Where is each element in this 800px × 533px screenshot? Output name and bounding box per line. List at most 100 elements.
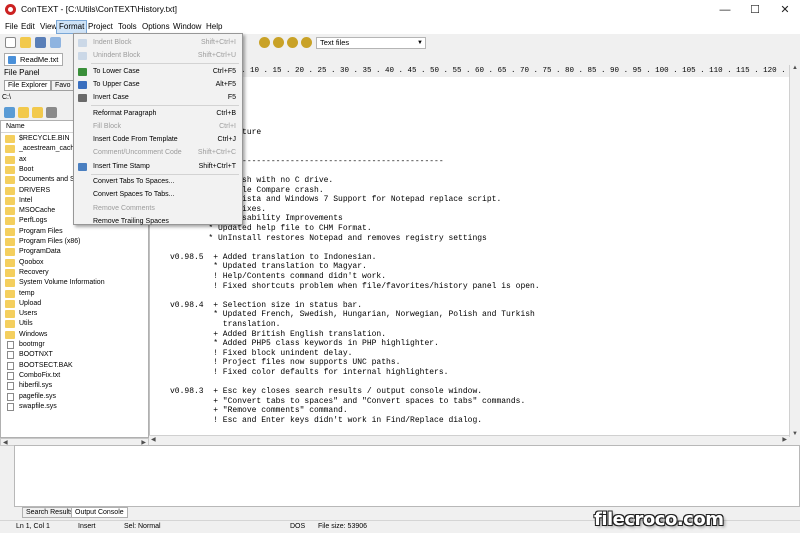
menu-edit[interactable]: Edit [19,20,37,34]
user-tool-4-icon[interactable] [301,37,312,48]
file-list-item[interactable]: Program Files [1,227,148,237]
file-list-item[interactable]: bootmgr [1,340,148,350]
editor-line: ! Help/Contents command didn't work. [170,272,387,281]
menu-item-label: Insert Code From Template [93,136,178,144]
menu-tools[interactable]: Tools [116,20,139,34]
text-editor[interactable]: NEW ~~~ fix d feature ged --------------… [149,77,789,435]
uppercase-icon [78,80,87,89]
scroll-up-icon[interactable]: ▲ [792,65,798,71]
file-name: bootmgr [19,341,45,348]
menu-item-insert-code-from-template[interactable]: Insert Code From Template Ctrl+J [74,133,242,146]
file-list-item[interactable]: BOOTNXT [1,350,148,360]
scroll-left-icon[interactable]: ◀ [3,439,8,446]
menu-item-label: To Lower Case [93,67,140,75]
menu-item-reformat-paragraph[interactable]: Reformat Paragraph Ctrl+B [74,107,242,120]
file-name: ax [19,155,27,163]
menu-item-convert-spaces-to-tabs[interactable]: Convert Spaces To Tabs... [74,188,242,201]
open-folder-icon[interactable] [20,37,31,48]
file-name: ProgramData [19,248,61,256]
browse-folder-icon[interactable] [32,107,43,118]
lowercase-icon [78,67,87,76]
editor-hscrollbar[interactable]: ◀ ▶ [149,435,789,444]
file-list-item[interactable]: Users [1,309,148,319]
file-list-item[interactable]: ComboFix.txt [1,371,148,381]
menu-help[interactable]: Help [204,20,224,34]
new-folder-icon[interactable] [18,107,29,118]
folder-icon [5,238,15,246]
output-console[interactable] [14,445,800,507]
file-list-item[interactable]: Recovery [1,268,148,278]
menu-file[interactable]: File [3,20,20,34]
scroll-down-icon[interactable]: ▼ [792,431,798,437]
tab-output-console[interactable]: Output Console [71,507,128,518]
file-list-item[interactable]: BOOTSECT.BAK [1,361,148,371]
tab-favorites[interactable]: Favo [51,80,75,91]
menu-item-label: Remove Trailing Spaces [93,217,169,225]
menu-item-label: Insert Time Stamp [93,162,150,170]
file-list-item[interactable]: pagefile.sys [1,392,148,402]
menu-project[interactable]: Project [86,20,115,34]
folder-icon [5,310,15,319]
menu-item-shortcut: Shift+Ctrl+U [197,52,236,60]
syntax-highlighter-select[interactable]: Text files ▼ [316,37,426,49]
file-name: _acestream_cache [19,145,79,153]
file-list-item[interactable]: Program Files (x86) [1,237,148,247]
menu-item-shortcut: Ctrl+B [216,109,236,117]
menu-item-indent-block: Indent Block Shift+Ctrl+I [74,36,242,49]
save-icon[interactable] [35,37,46,48]
menu-item-insert-time-stamp[interactable]: Insert Time Stamp Shift+Ctrl+T [74,160,242,173]
file-list-item[interactable]: Upload [1,299,148,309]
editor-line: * UnInstall restores Notepad and removes… [170,233,487,243]
menu-options[interactable]: Options [140,20,172,34]
view-mode-icon[interactable] [46,107,57,118]
minimize-button[interactable]: — [710,0,740,20]
new-file-icon[interactable] [5,37,16,48]
menu-item-label: To Upper Case [93,80,140,88]
up-folder-icon[interactable] [4,107,15,118]
maximize-button[interactable]: ☐ [740,0,770,20]
file-icon [7,382,14,391]
folder-icon [5,258,15,267]
editor-line: ! Fixed color defaults for internal high… [170,368,449,377]
editor-line: + Added British English translation. [170,329,387,339]
save-all-icon[interactable] [50,37,61,48]
menu-window[interactable]: Window [171,20,203,34]
user-tool-3-icon[interactable] [287,37,298,48]
scroll-right-icon[interactable]: ▶ [782,436,787,443]
file-list-item[interactable]: Windows [1,330,148,340]
menu-item-invert-case[interactable]: Invert Case F5 [74,91,242,104]
menu-item-label: Invert Case [93,94,129,102]
file-list-item[interactable]: hiberfil.sys [1,381,148,391]
file-list-item[interactable]: ProgramData [1,247,148,257]
window-title: ConTEXT - [C:\Utils\ConTEXT\History.txt] [21,4,178,14]
file-tab-readme[interactable]: ReadMe.txt [4,53,64,66]
menu-item-label: Comment/Uncomment Code [93,149,182,157]
menu-item-label: Remove Comments [93,204,155,212]
file-name: Windows [19,330,48,338]
user-tool-1-icon[interactable] [259,37,270,48]
file-icon [7,351,14,360]
menu-item-to-lower-case[interactable]: To Lower Case Ctrl+F5 [74,65,242,78]
editor-line: v0.98.3 + Esc key closes search results … [170,387,483,397]
file-list-item[interactable]: swapfile.sys [1,402,148,412]
menu-item-to-upper-case[interactable]: To Upper Case Alt+F5 [74,78,242,91]
menu-item-shortcut: Ctrl+I [219,122,236,130]
folder-icon [5,299,15,308]
file-tab-label: ReadMe.txt [20,55,59,64]
file-list-item[interactable]: System Volume Information [1,278,148,288]
menu-format[interactable]: Format [56,20,88,34]
editor-vscrollbar[interactable]: ▲ ▼ [789,65,800,437]
tab-search-results[interactable]: Search Results [22,507,78,518]
close-button[interactable]: ✕ [770,0,800,20]
invert-case-icon [78,94,87,103]
file-name: hiberfil.sys [19,382,53,390]
file-list-item[interactable]: temp [1,289,148,299]
file-list-item[interactable]: Qoobox [1,258,148,268]
menu-item-convert-tabs-to-spaces[interactable]: Convert Tabs To Spaces... [74,175,242,188]
user-tool-2-icon[interactable] [273,37,284,48]
scroll-left-icon[interactable]: ◀ [151,436,156,443]
tab-file-explorer[interactable]: File Explorer [4,80,52,91]
menu-item-remove-trailing-spaces[interactable]: Remove Trailing Spaces [74,215,242,228]
file-list-item[interactable]: Utils [1,319,148,329]
menu-item-label: Indent Block [93,39,132,46]
